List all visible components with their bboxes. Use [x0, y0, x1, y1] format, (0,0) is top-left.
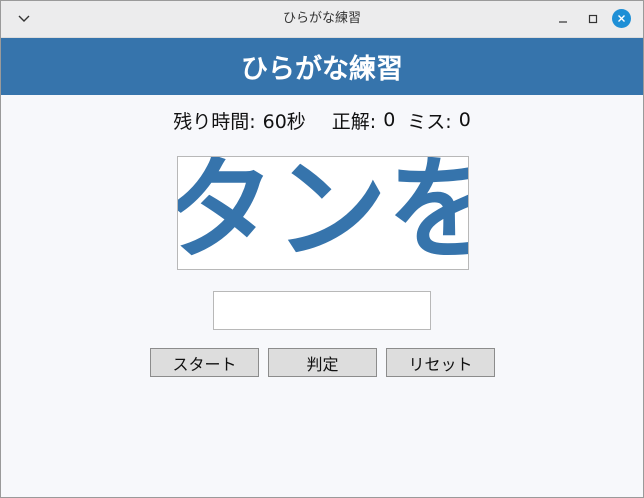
miss-value: 0 — [458, 109, 471, 131]
reset-button[interactable]: リセット — [386, 348, 495, 377]
scrolling-text: タンを押 — [177, 156, 468, 270]
maximize-icon[interactable] — [584, 10, 602, 28]
close-icon[interactable] — [612, 9, 631, 28]
answer-input[interactable] — [213, 291, 431, 330]
check-button[interactable]: 判定 — [268, 348, 377, 377]
miss-label: ミス: — [407, 110, 452, 133]
scrolling-text-display: タンを押 — [177, 156, 469, 270]
time-label: 残り時間: — [173, 110, 256, 133]
correct-label: 正解: — [331, 110, 377, 133]
app-header: ひらがな練習 — [1, 38, 643, 95]
title-bar: ひらがな練習 — [1, 1, 643, 38]
minimize-icon[interactable] — [554, 10, 572, 28]
time-value: 60秒 — [262, 110, 306, 133]
start-button[interactable]: スタート — [150, 348, 259, 377]
stats-bar: 残り時間: 60秒 正解: 0 ミス: 0 — [1, 106, 643, 134]
window-title: ひらがな練習 — [282, 11, 361, 26]
page-title: ひらがな練習 — [241, 54, 403, 85]
app-window: ひらがな練習 ひらがな練習 残り時間: 60秒 正解: 0 ミス: 0 タンを押… — [0, 0, 644, 498]
correct-value: 0 — [383, 109, 396, 131]
